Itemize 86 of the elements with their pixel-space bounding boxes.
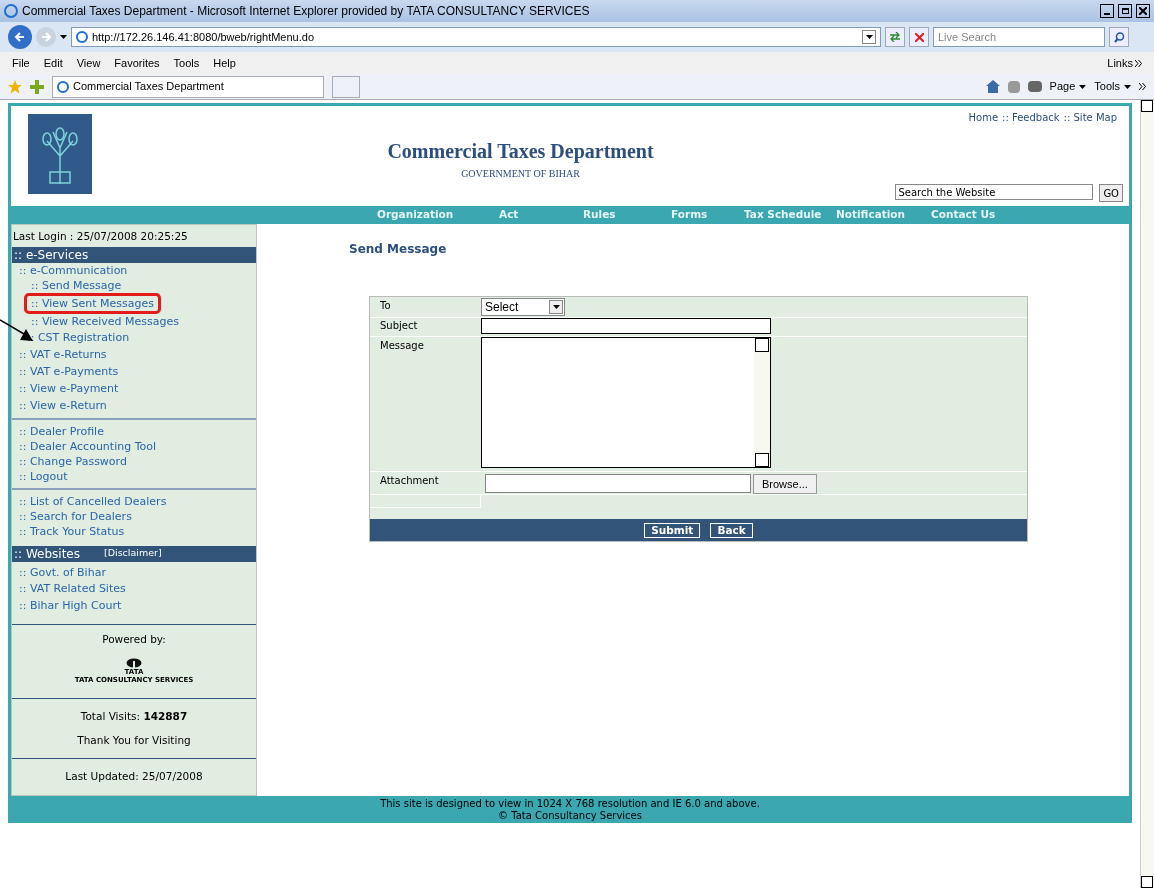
sidebar-link[interactable]: :: Send Message: [31, 277, 122, 293]
sidebar-link[interactable]: :: Dealer Profile: [19, 423, 104, 439]
caret-icon[interactable]: [60, 35, 67, 39]
subject-field[interactable]: [481, 318, 771, 334]
message-field[interactable]: [481, 337, 771, 468]
dropdown-button[interactable]: [549, 300, 563, 314]
sidebar-link[interactable]: :: Logout: [19, 468, 68, 484]
back-icon[interactable]: [8, 25, 32, 49]
sidebar-link[interactable]: :: VAT Related Sites: [19, 581, 126, 598]
caret-icon: [552, 305, 560, 309]
footer-text: © Tata Consultancy Services: [498, 810, 642, 822]
page-heading: Send Message: [349, 241, 448, 258]
footer-text: This site is designed to view in 1024 X 768 resolution and IE 6.0 and above.: [380, 798, 760, 810]
star-icon[interactable]: [8, 79, 22, 94]
field-label: To: [379, 299, 392, 313]
last-login-text: Last Login : 25/07/2008 20:25:25: [12, 229, 189, 244]
field-label: Attachment: [379, 474, 440, 488]
header-link[interactable]: :: Site Map: [1063, 110, 1117, 125]
site-subtitle: GOVERNMENT OF BIHAR: [461, 167, 580, 181]
sidebar-link[interactable]: :: View e-Payment: [19, 379, 119, 397]
sidebar-link[interactable]: :: Dealer Accounting Tool: [19, 438, 157, 454]
refresh-button[interactable]: [885, 27, 905, 47]
page-icon: [76, 31, 88, 43]
browser-tab[interactable]: Commercial Taxes Department: [52, 75, 324, 98]
chevron-icon[interactable]: [1139, 83, 1146, 90]
sidebar-link[interactable]: :: Govt. of Bihar: [19, 564, 106, 581]
page-icon: [57, 80, 69, 93]
chevron-icon[interactable]: [1135, 59, 1142, 67]
stop-icon[interactable]: [909, 27, 929, 47]
header-link[interactable]: :: Feedback: [1002, 110, 1060, 125]
tata-logo-icon: [126, 657, 142, 668]
form-button[interactable]: Back: [710, 522, 753, 538]
last-updated-text: Last Updated: 25/07/2008: [65, 769, 203, 785]
sidebar-link[interactable]: :: Bihar High Court: [19, 597, 122, 614]
menu-item[interactable]: Tools: [173, 54, 200, 72]
command-menu[interactable]: Page: [1049, 78, 1076, 95]
browser-logo-icon: [4, 4, 18, 18]
field-label: Subject: [379, 319, 419, 333]
menu-item[interactable]: View: [76, 54, 101, 72]
sidebar-link[interactable]: :: View Sent Messages: [24, 292, 161, 314]
section-header: :: e-Services: [12, 246, 256, 263]
home-icon[interactable]: [985, 80, 1000, 93]
sidebar-link[interactable]: :: CST Registration: [19, 328, 130, 346]
caret-icon: [865, 35, 873, 39]
sidebar-link[interactable]: :: VAT e-Payments: [19, 362, 119, 380]
search-icon[interactable]: [1109, 27, 1129, 47]
close-icon[interactable]: [1136, 4, 1150, 18]
restore-icon[interactable]: [1118, 4, 1132, 18]
window-title: Commercial Taxes Department - Microsoft Internet Explorer provided by TATA CONSULTANCY SERVICES: [22, 3, 591, 20]
refresh-icon: [889, 32, 901, 42]
menu-item[interactable]: Help: [213, 54, 236, 72]
sidebar-link[interactable]: :: Track Your Status: [19, 523, 125, 539]
sidebar-link[interactable]: :: e-Communication: [19, 262, 128, 278]
header-link[interactable]: Home: [968, 110, 999, 125]
minimize-icon[interactable]: [1100, 4, 1114, 18]
browse-button[interactable]: Browse...: [753, 474, 817, 494]
menu-item[interactable]: Edit: [43, 54, 63, 72]
scrollbar[interactable]: [754, 338, 770, 467]
thanks-text: Thank You for Visiting: [77, 732, 191, 748]
sidebar-link[interactable]: :: View Received Messages: [31, 313, 179, 329]
annotation-arrow: [0, 318, 34, 342]
sidebar-link[interactable]: :: VAT e-Returns: [19, 345, 107, 363]
form-button[interactable]: Submit: [644, 522, 701, 538]
search-field[interactable]: Live Search: [933, 27, 1105, 47]
sidebar-link[interactable]: :: Search for Dealers: [19, 508, 132, 524]
sidebar-link[interactable]: :: List of Cancelled Dealers: [19, 493, 167, 509]
disclaimer-link[interactable]: [Disclaimer]: [104, 546, 162, 561]
links-menu[interactable]: Links: [1107, 54, 1133, 72]
recipient-select[interactable]: Select: [481, 298, 565, 316]
go-button[interactable]: GO: [1099, 184, 1123, 202]
caret-icon[interactable]: [1124, 84, 1131, 89]
site-search-field[interactable]: Search the Website: [895, 184, 1094, 200]
site-title: Commercial Taxes Department: [387, 139, 654, 165]
dropdown-button[interactable]: [862, 30, 876, 44]
visits-counter: Total Visits: 142887: [80, 708, 188, 724]
command-menu[interactable]: Tools: [1094, 78, 1120, 95]
field-label: Message: [379, 339, 425, 353]
section-title: :: Websites: [14, 545, 80, 563]
sidebar-link[interactable]: :: Change Password: [19, 453, 127, 469]
menu-item[interactable]: File: [12, 54, 30, 72]
menu-item[interactable]: Favorites: [114, 54, 160, 72]
sidebar-link[interactable]: :: View e-Return: [19, 396, 107, 414]
address-field[interactable]: http://172.26.146.41:8080/bweb/rightMenu.do: [71, 27, 881, 47]
powered-by-text: Powered by:: [102, 632, 166, 647]
caret-icon[interactable]: [1079, 84, 1087, 89]
attachment-field[interactable]: [485, 474, 751, 493]
